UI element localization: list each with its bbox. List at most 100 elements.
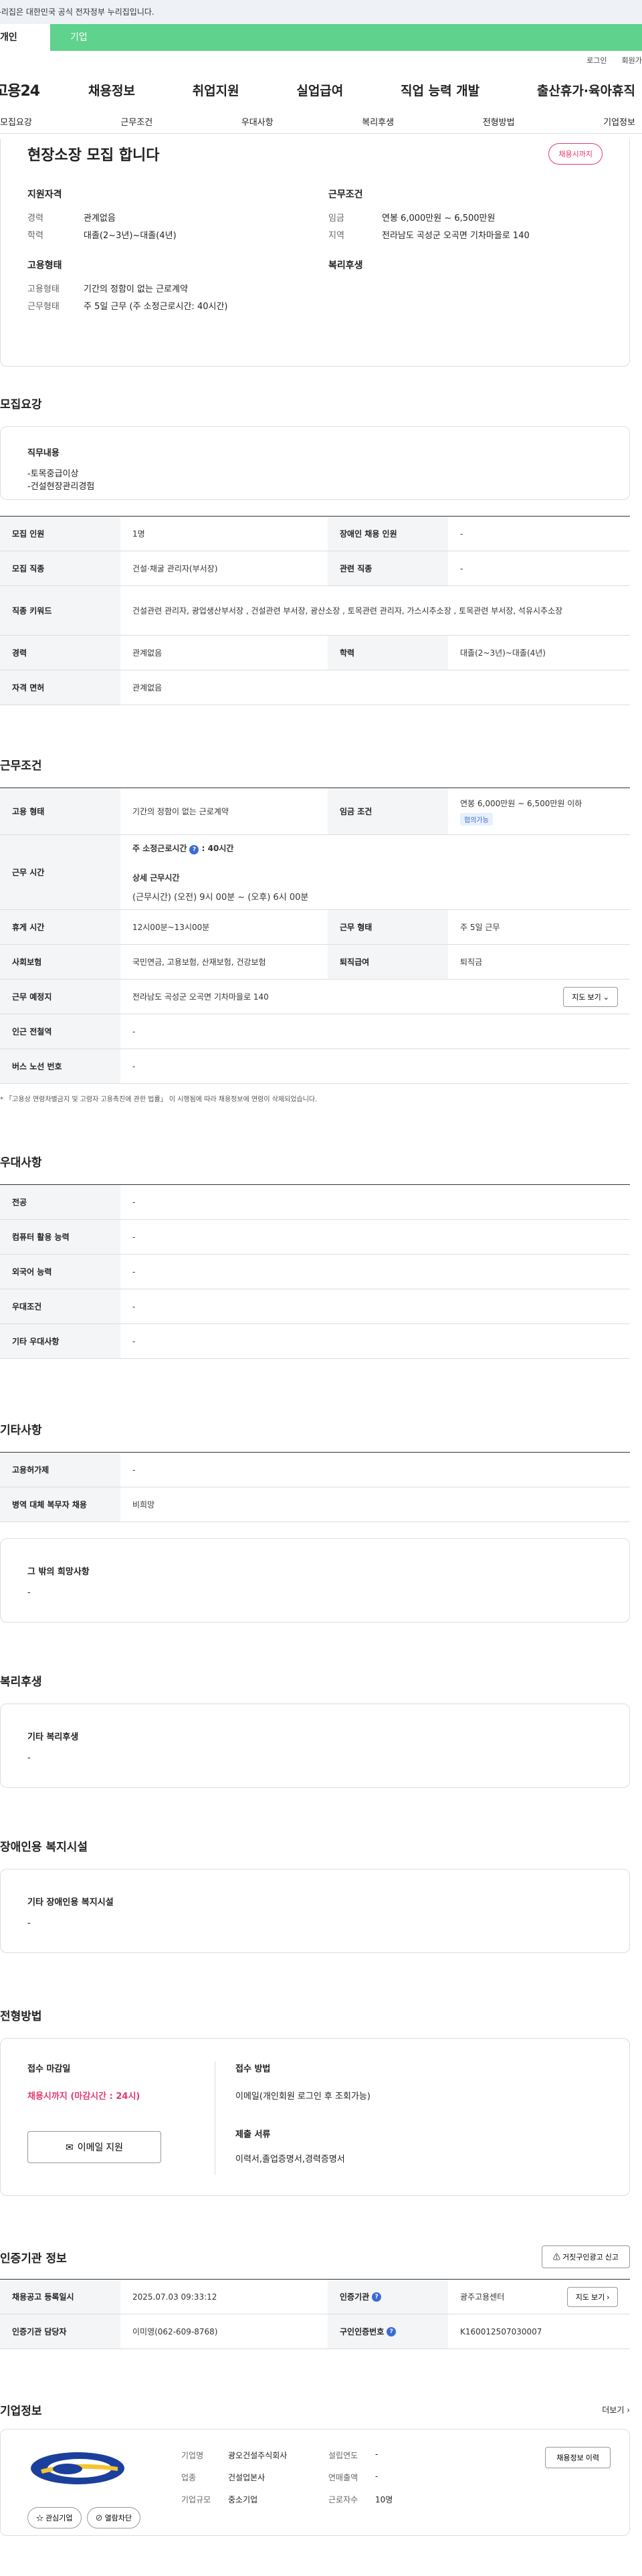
site-logo[interactable]: 고용24 bbox=[0, 79, 88, 100]
row-header: 근무 예정지 bbox=[0, 980, 120, 1014]
row-header: 컴퓨터 활용 능력 bbox=[0, 1220, 120, 1254]
kv-label: 지역 bbox=[328, 231, 344, 241]
duty-line: -토목중급이상 bbox=[27, 469, 79, 479]
report-ad-button[interactable]: ⚠ 거짓구인광고 신고 bbox=[541, 2245, 630, 2268]
recruit-section: 모집요강 직무내용 -토목중급이상 -건설현장관리경험 모집 인원 1명 장애인 채… bbox=[0, 395, 642, 705]
employees-label: 근로자수 bbox=[328, 2495, 358, 2504]
row-header: 고용허가제 bbox=[0, 1453, 120, 1487]
row-header: 경력 bbox=[0, 636, 120, 670]
util-links: 로그인 회원가입 bbox=[0, 51, 642, 70]
table-row: 휴게 시간 12시00분~13시00분 근무 형태 주 5일 근무 bbox=[0, 910, 630, 945]
subnav-work[interactable]: 근무조건 bbox=[120, 115, 152, 128]
location-value: 전라남도 곡성군 오곡면 기차마을로 140 bbox=[132, 992, 269, 1002]
gnb-item-parental-leave[interactable]: 출산휴가·육아휴직 bbox=[537, 81, 635, 99]
table-row: 채용공고 등록일시 2025.07.03 09:33:12 인증기관? 광주고용센터 지… bbox=[0, 2280, 630, 2314]
kv-work-type: 근무형태 주 5일 근무 (주 소정근로시간: 40시간) bbox=[27, 298, 328, 316]
gnb-item-unemployment-benefit[interactable]: 실업급여 bbox=[296, 81, 343, 99]
tab-individual[interactable]: 개인 bbox=[0, 24, 50, 51]
job-title: 현장소장 모집 합니다 bbox=[27, 147, 160, 164]
recruit-history-button[interactable]: 채용정보 이력 bbox=[545, 2447, 611, 2468]
summary-employment-type: 고용형태 고용형태 기간의 정함이 없는 근로계약 근무형태 주 5일 근무 (주 … bbox=[27, 258, 328, 316]
pref-title: 우대사항 bbox=[0, 1156, 42, 1170]
row-value: - bbox=[132, 1336, 136, 1346]
subnav-welfare[interactable]: 복리후생 bbox=[362, 115, 394, 128]
row-header: 기타 우대사항 bbox=[0, 1324, 120, 1358]
mail-icon: ✉ bbox=[65, 2141, 74, 2152]
info-icon[interactable]: ? bbox=[387, 2326, 397, 2336]
subnav-screen[interactable]: 전형방법 bbox=[483, 115, 515, 128]
info-icon[interactable]: ? bbox=[189, 844, 199, 854]
kv-value: 주 5일 근무 (주 소정근로시간: 40시간) bbox=[84, 302, 228, 312]
row-header: 관련 직종 bbox=[328, 551, 448, 585]
gnb-item-training[interactable]: 직업 능력 개발 bbox=[401, 81, 479, 99]
subnav-pref[interactable]: 우대사항 bbox=[241, 115, 274, 128]
table-row: 병역 대체 복무자 채용 비희망 bbox=[0, 1487, 630, 1522]
email-apply-button[interactable]: ✉ 이메일 지원 bbox=[27, 2131, 161, 2163]
row-value: 관계없음 bbox=[132, 648, 163, 658]
subnav-recruit[interactable]: 모집요강 bbox=[0, 115, 32, 128]
signup-link[interactable]: 회원가입 bbox=[622, 55, 642, 66]
company-side: 채용정보 이력 bbox=[545, 2447, 611, 2535]
more-label: 더보기 bbox=[602, 2405, 625, 2415]
row-value: - bbox=[132, 1301, 136, 1311]
row-value: 건설관련 관리자, 광업생산부서장 , 건설관련 부서장, 광산소장 , 토목관… bbox=[132, 606, 563, 616]
employees-value: 10명 bbox=[375, 2495, 393, 2504]
work-table: 고용 형태 기간의 정함이 없는 근로계약 임금 조건 연봉 6,000만원 ~ 6,… bbox=[0, 788, 630, 1084]
cert-map-label: 지도 보기 bbox=[575, 2293, 605, 2302]
welfare-section: 복리후생 기타 복리후생 - bbox=[0, 1672, 642, 1788]
row-value: 광주고용센터 bbox=[460, 2292, 505, 2302]
table-row: 기타 우대사항 - bbox=[0, 1324, 630, 1359]
deadline-col: 접수 마감일 채용시까지 (마감시간 : 24시) ✉ 이메일 지원 bbox=[27, 2061, 215, 2195]
sales-value: - bbox=[375, 2472, 379, 2481]
cert-header: 인증기관 정보 ⚠ 거짓구인광고 신고 bbox=[0, 2245, 630, 2268]
kv-wage: 임금 연봉 6,000만원 ~ 6,500만원 bbox=[328, 210, 629, 227]
table-row: 고용허가제 - bbox=[0, 1453, 630, 1487]
subnav-company[interactable]: 기업정보 bbox=[603, 115, 635, 128]
docs-value: 이력서,졸업증명서,경력증명서 bbox=[235, 2154, 345, 2165]
etc-title: 기타사항 bbox=[0, 1424, 42, 1437]
gnb-item-jobs[interactable]: 채용정보 bbox=[88, 81, 135, 99]
block-company-button[interactable]: ⊘ 열람차단 bbox=[86, 2507, 141, 2528]
gnb-item-employment-support[interactable]: 취업지원 bbox=[193, 81, 239, 99]
method-value: 이메일(개인회원 로그인 후 조회가능) bbox=[235, 2092, 370, 2102]
docs-title: 제출 서류 bbox=[235, 2130, 271, 2140]
cert-map-button[interactable]: 지도 보기 › bbox=[566, 2286, 618, 2307]
kv-label: 고용형태 bbox=[27, 284, 60, 294]
row-header: 휴게 시간 bbox=[0, 910, 120, 944]
company-info: 기업명 광오건설주식회사 설립연도 - 업종 건설업본사 연매출액 - 기업규모 중소기업… bbox=[181, 2450, 545, 2535]
row-header: 버스 노선 번호 bbox=[0, 1049, 120, 1083]
company-box: ☆ 관심기업 ⊘ 열람차단 기업명 광오건설주식회사 설립연도 - 업종 건설업본사 … bbox=[0, 2429, 630, 2536]
row-header: 직종 키워드 bbox=[0, 586, 120, 635]
deadline-title: 접수 마감일 bbox=[27, 2064, 71, 2074]
duty-line: -건설현장관리경험 bbox=[27, 482, 95, 492]
table-row: 직종 키워드 건설관련 관리자, 광업생산부서장 , 건설관련 부서장, 광산소장… bbox=[0, 586, 630, 636]
duty-title: 직무내용 bbox=[27, 448, 60, 458]
work-time-cell: 주 소정근로시간? : 40시간 상세 근무시간 (근무시간) (오전) 9시 00… bbox=[120, 835, 630, 909]
summary-grid-2: 고용형태 고용형태 기간의 정함이 없는 근로계약 근무형태 주 5일 근무 (주 … bbox=[27, 258, 629, 316]
info-icon[interactable]: ? bbox=[372, 2292, 382, 2302]
detail-hours-value: (근무시간) (오전) 9시 00분 ~ (오후) 6시 00분 bbox=[132, 892, 309, 903]
map-button[interactable]: 지도 보기 ⌄ bbox=[563, 986, 618, 1007]
login-link[interactable]: 로그인 bbox=[586, 55, 607, 66]
row-value: 1명 bbox=[132, 529, 145, 539]
table-row: 사회보험 국민연금, 고용보험, 산재보험, 건강보험 퇴직급여 퇴직금 bbox=[0, 945, 630, 980]
company-more-link[interactable]: 더보기 › bbox=[602, 2404, 630, 2415]
company-logo bbox=[31, 2452, 124, 2484]
row-header: 인증기관 담당자 bbox=[0, 2314, 120, 2349]
section-subnav: 모집요강 근무조건 우대사항 복리후생 전형방법 기업정보 bbox=[0, 110, 642, 134]
tab-company[interactable]: 기업 bbox=[50, 24, 88, 51]
table-row: 모집 인원 1명 장애인 채용 인원 - bbox=[0, 517, 630, 551]
etc-box-title: 그 밖의 희망사항 bbox=[27, 1567, 90, 1577]
sales-label: 연매출액 bbox=[328, 2473, 358, 2482]
row-header: 채용공고 등록일시 bbox=[0, 2280, 120, 2314]
method-col: 접수 방법 이메일(개인회원 로그인 후 조회가능) 제출 서류 이력서,졸업증… bbox=[215, 2061, 370, 2175]
disabled-section: 장애인용 복지시설 기타 장애인용 복지시설 - bbox=[0, 1837, 642, 1953]
row-header: 우대조건 bbox=[0, 1289, 120, 1323]
row-value: 관계없음 bbox=[132, 683, 163, 693]
favorite-company-button[interactable]: ☆ 관심기업 bbox=[27, 2507, 82, 2528]
row-value: - bbox=[132, 1267, 136, 1277]
row-value: 대졸(2~3년)~대졸(4년) bbox=[460, 648, 546, 658]
screen-section: 전형방법 접수 마감일 채용시까지 (마감시간 : 24시) ✉ 이메일 지원 접… bbox=[0, 2007, 642, 2196]
star-icon: ☆ bbox=[36, 2514, 43, 2522]
row-value: 건설·채굴 관리자(부서장) bbox=[132, 564, 218, 573]
